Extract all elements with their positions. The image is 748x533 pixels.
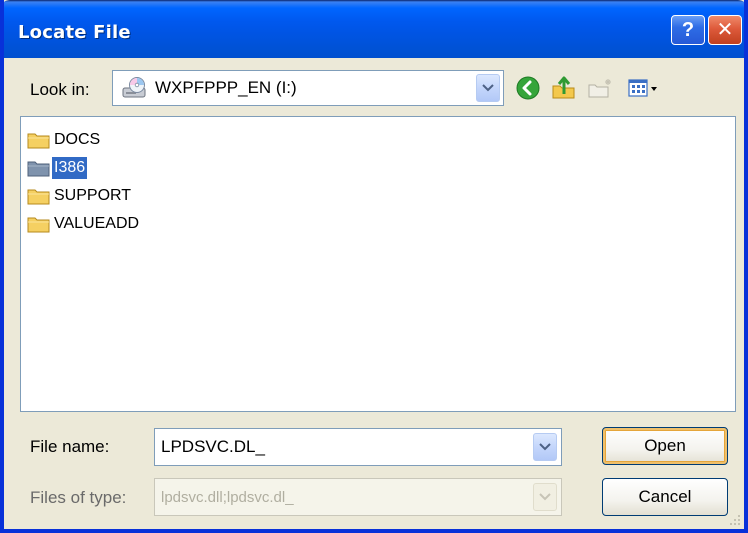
back-icon[interactable] — [514, 74, 542, 102]
locate-file-dialog: Locate File ? ✕ Look in: WXPFPPP_EN (I:) — [0, 0, 748, 533]
look-in-label: Look in: — [30, 80, 90, 99]
look-in-dropdown[interactable]: WXPFPPP_EN (I:) — [112, 70, 504, 106]
chevron-down-icon — [539, 443, 551, 451]
file-name-label: File name: — [30, 437, 110, 456]
up-folder-icon[interactable] — [550, 74, 578, 102]
folder-icon — [27, 189, 50, 205]
look-in-value: WXPFPPP_EN (I:) — [155, 78, 297, 97]
folder-icon — [27, 161, 50, 177]
new-folder-icon[interactable] — [586, 74, 614, 102]
folder-icon — [27, 217, 50, 233]
files-of-type-label: Files of type: — [30, 488, 127, 507]
cancel-button[interactable]: Cancel — [602, 478, 728, 516]
look-in-dropdown-arrow[interactable] — [476, 74, 500, 102]
list-item-label: VALUEADD — [54, 215, 140, 232]
chevron-down-icon — [539, 493, 551, 501]
list-item-label: DOCS — [54, 131, 101, 148]
resize-grip-icon[interactable] — [728, 513, 742, 527]
folder-icon — [27, 133, 50, 149]
cd-drive-icon — [122, 77, 146, 98]
file-list[interactable]: DOCS I386 SUPPORT VALUEADD — [20, 116, 736, 412]
close-button[interactable]: ✕ — [708, 15, 742, 45]
files-of-type-dropdown-arrow[interactable] — [533, 483, 557, 511]
file-name-combo[interactable] — [154, 428, 562, 466]
list-item-label: I386 — [50, 156, 89, 180]
close-icon: ✕ — [716, 19, 734, 41]
help-button[interactable]: ? — [671, 15, 705, 45]
list-item-docs[interactable]: DOCS — [27, 127, 102, 153]
help-icon: ? — [681, 19, 695, 41]
list-item-i386[interactable]: I386 — [27, 155, 89, 181]
files-of-type-value: lpdsvc.dll;lpdsvc.dl_ — [161, 489, 294, 506]
title-bar[interactable]: Locate File ? ✕ — [4, 0, 744, 58]
view-menu-icon[interactable] — [626, 74, 662, 102]
list-item-support[interactable]: SUPPORT — [27, 183, 133, 209]
chevron-down-icon — [482, 84, 494, 92]
list-item-valueadd[interactable]: VALUEADD — [27, 211, 141, 237]
files-of-type-dropdown[interactable]: lpdsvc.dll;lpdsvc.dl_ — [154, 478, 562, 516]
open-button[interactable]: Open — [602, 427, 728, 465]
file-name-dropdown-arrow[interactable] — [533, 433, 557, 461]
list-item-label: SUPPORT — [54, 187, 132, 204]
window-title: Locate File — [18, 22, 131, 43]
file-name-input[interactable] — [161, 433, 521, 461]
